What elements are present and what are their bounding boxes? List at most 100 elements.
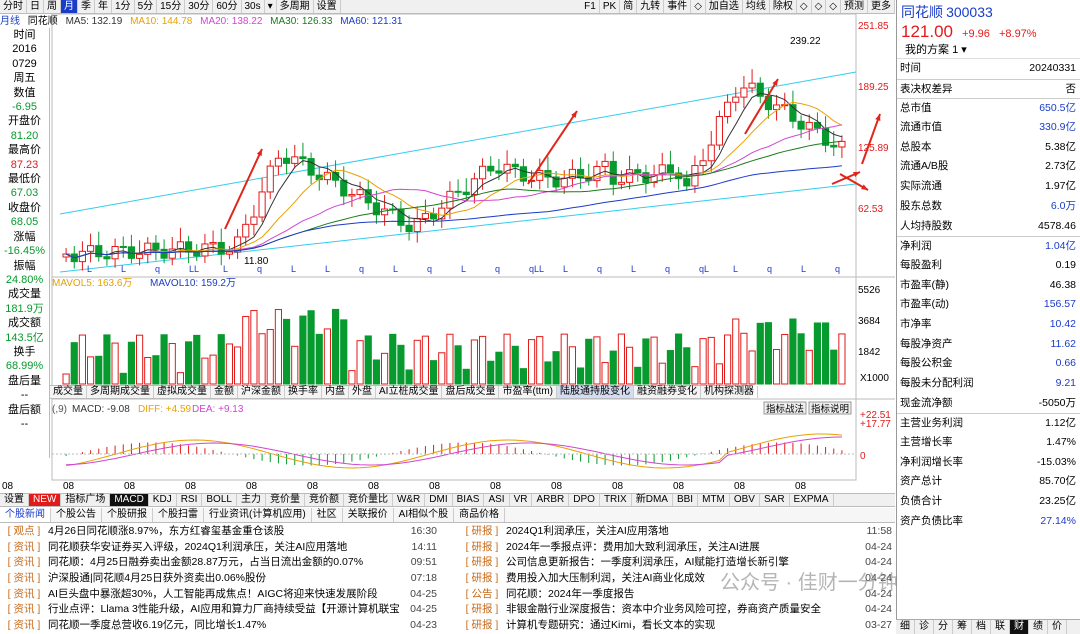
news-tab[interactable]: 个股扫雷 [153,508,204,522]
indicator-tab[interactable]: DPO [569,494,600,506]
volume-indicator-tab[interactable]: 金额 [211,386,238,398]
news-title[interactable]: 4月26日同花顺涨8.97%，东方红睿玺基金重仓该股 [48,524,400,540]
volume-indicator-tab[interactable]: AI立桩成交量 [376,386,443,398]
indicator-tab[interactable]: BIAS [453,494,485,506]
right-panel-tab[interactable]: 财 [1010,620,1029,634]
toolbar-tool-button[interactable]: ◇ [797,0,812,13]
news-item[interactable]: [ 研报 ] 非银金融行业深度报告：资本中介业务风险可控，券商资产质量安全 04-2… [458,602,895,618]
period-button[interactable]: 年 [95,0,112,13]
indicator-tab[interactable]: 竞价量 [266,494,305,506]
indicator-tab[interactable]: 竞价额 [305,494,344,506]
indicator-tab[interactable]: OBV [730,494,760,506]
news-title[interactable]: 同花顺：4月25日融券卖出金额28.87万元，占当日流出金额的0.07% [48,555,400,571]
period-button[interactable]: 多周期 [277,0,314,13]
indicator-tab[interactable]: ARBR [532,494,570,506]
news-item[interactable]: [ 研报 ] 计算机专题研究：通过Kimi，看长文本的实现 03-27 [458,618,895,634]
indicator-tab[interactable]: SAR [760,494,790,506]
news-title[interactable]: 沪深股通|同花顺4月25日获外资卖出0.06%股份 [48,571,400,587]
volume-indicator-tab[interactable]: 机构探测器 [701,386,758,398]
volume-indicator-tab[interactable]: 内盘 [322,386,349,398]
right-panel-tab[interactable]: 细 [896,620,915,634]
indicator-tab[interactable]: DMI [425,494,453,506]
toolbar-tool-button[interactable]: 均线 [743,0,770,13]
volume-indicator-tab[interactable]: 沪深金额 [238,386,285,398]
volume-indicator-tab[interactable]: 外盘 [349,386,376,398]
period-button[interactable]: 周 [44,0,61,13]
news-title[interactable]: 非银金融行业深度报告：资本中介业务风险可控，券商资产质量安全 [506,602,855,618]
volume-indicator-tab[interactable]: 市盈率(ttm) [499,386,557,398]
period-button[interactable]: 5分 [135,0,158,13]
toolbar-tool-button[interactable]: ◇ [826,0,841,13]
period-button[interactable]: 日 [27,0,44,13]
toolbar-tool-button[interactable]: 加自选 [706,0,743,13]
news-item[interactable]: [ 研报 ] 2024Q1利润承压，关注AI应用落地 11:58 [458,524,895,540]
indicator-tab[interactable]: MACD [110,494,149,506]
volume-indicator-tab[interactable]: 融资融券变化 [634,386,701,398]
volume-indicator-tab[interactable]: 成交量 [50,386,87,398]
indicator-tab[interactable]: EXPMA [790,494,834,506]
news-tab[interactable]: 个股研报 [102,508,153,522]
indicator-tab[interactable]: 主力 [237,494,266,506]
news-item[interactable]: [ 资讯 ] 同花顺获华安证券买入评级，2024Q1利润承压，关注AI应用落地 14… [0,540,440,556]
period-button[interactable]: 60分 [213,0,242,13]
news-title[interactable]: 行业点评：Llama 3性能升级，AI应用和算力厂商持续受益【开源计算机联宝健团… [48,602,400,618]
indicator-tab[interactable]: VR [510,494,533,506]
right-panel-tab[interactable]: 筹 [953,620,972,634]
indicator-tab[interactable]: 竞价量比 [344,494,393,506]
toolbar-tool-button[interactable]: 更多 [868,0,895,13]
toolbar-tool-button[interactable]: ◇ [691,0,706,13]
indicator-tab[interactable]: BBI [673,494,699,506]
volume-indicator-tab[interactable]: 虚拟成交量 [154,386,211,398]
toolbar-tool-button[interactable]: 简 [620,0,638,13]
toolbar-tool-button[interactable]: 预测 [841,0,868,13]
indicator-tab[interactable]: KDJ [149,494,177,506]
period-button[interactable]: 15分 [157,0,186,13]
news-tab[interactable]: 个股新闻 [0,508,51,522]
right-panel-tab[interactable]: 档 [972,620,991,634]
period-button[interactable]: 月 [61,0,78,13]
news-item[interactable]: [ 资讯 ] 同花顺：4月25日融券卖出金额28.87万元，占当日流出金额的0.0… [0,555,440,571]
indicator-tab[interactable]: NEW [29,494,62,506]
news-title[interactable]: 2024年一季报点评：费用加大致利润承压，关注AI进展 [506,540,855,556]
period-button[interactable]: 分时 [0,0,27,13]
period-button[interactable]: 1分 [112,0,135,13]
plan-selector[interactable]: 我的方案 1 ▾ [897,42,1080,59]
news-tab[interactable]: AI相似个股 [394,508,455,522]
volume-indicator-tab[interactable]: 多周期成交量 [87,386,154,398]
toolbar-tool-button[interactable]: PK [600,0,621,13]
indicator-tab[interactable]: 新DMA [632,494,673,506]
news-title[interactable]: AI巨头盘中暴涨超30%，人工智能再成焦点！AIGC将迎来快速发展阶段 [48,587,400,603]
toolbar-tool-button[interactable]: 除权 [770,0,797,13]
indicator-tab[interactable]: 设置 [0,494,29,506]
news-title[interactable]: 2024Q1利润承压，关注AI应用落地 [506,524,855,540]
period-button[interactable]: ▾ [265,0,277,13]
volume-indicator-tab[interactable]: 换手率 [285,386,322,398]
news-item[interactable]: [ 资讯 ] 同花顺一季度总营收6.19亿元，同比增长1.47% 04-23 [0,618,440,634]
news-title[interactable]: 计算机专题研究：通过Kimi，看长文本的实现 [506,618,855,634]
right-panel-tab[interactable]: 绩 [1029,620,1048,634]
news-item[interactable]: [ 资讯 ] AI巨头盘中暴涨超30%，人工智能再成焦点！AIGC将迎来快速发展阶… [0,587,440,603]
news-title[interactable]: 同花顺获华安证券买入评级，2024Q1利润承压，关注AI应用落地 [48,540,400,556]
indicator-tab[interactable]: ASI [484,494,510,506]
right-panel-tab[interactable]: 分 [934,620,953,634]
news-tab[interactable]: 商品价格 [454,508,506,522]
period-button[interactable]: 30分 [185,0,214,13]
news-item[interactable]: [ 观点 ] 4月26日同花顺涨8.97%，东方红睿玺基金重仓该股 16:30 [0,524,440,540]
toolbar-tool-button[interactable]: ◇ [812,0,827,13]
news-tab[interactable]: 行业资讯(计算机应用) [204,508,312,522]
stock-chart[interactable]: 251.85189.25125.8962.53239.2211.80L Lq LL L… [0,14,895,494]
indicator-tab[interactable]: TRIX [600,494,632,506]
news-item[interactable]: [ 研报 ] 2024年一季报点评：费用加大致利润承压，关注AI进展 04-24 [458,540,895,556]
indicator-tab[interactable]: BOLL [202,494,237,506]
toolbar-tool-button[interactable]: F1 [581,0,600,13]
period-button[interactable]: 设置 [314,0,341,13]
period-button[interactable]: 30s [242,0,265,13]
right-panel-tab[interactable]: 联 [991,620,1010,634]
right-panel-tab[interactable]: 诊 [915,620,934,634]
news-item[interactable]: [ 资讯 ] 沪深股通|同花顺4月25日获外资卖出0.06%股份 07:18 [0,571,440,587]
right-panel-tab[interactable]: 价 [1048,620,1067,634]
news-item[interactable]: [ 资讯 ] 行业点评：Llama 3性能升级，AI应用和算力厂商持续受益【开源计… [0,602,440,618]
period-button[interactable]: 季 [78,0,95,13]
indicator-tab[interactable]: MTM [698,494,730,506]
news-tab[interactable]: 关联报价 [343,508,394,522]
